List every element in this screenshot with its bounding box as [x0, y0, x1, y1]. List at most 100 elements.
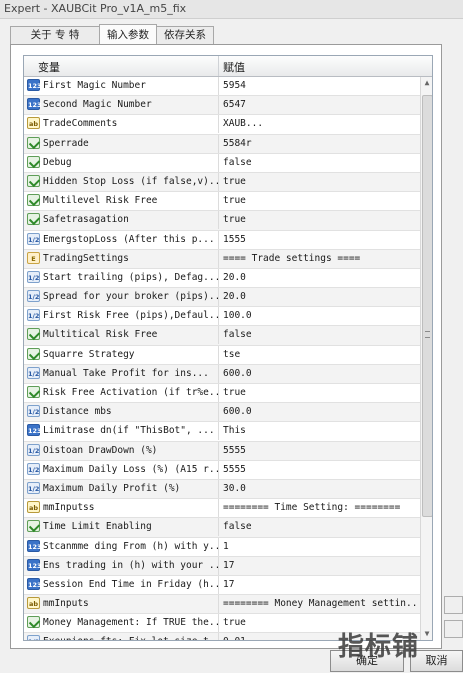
parameter-row[interactable]: 123 Limitrase dn(if "ThisBot", ... This — [24, 422, 420, 442]
parameter-name-cell[interactable]: Sperrade — [24, 134, 219, 153]
parameter-row[interactable]: 123 Session End Time in Friday (h... 17 — [24, 575, 420, 596]
parameter-row[interactable]: E TradingSettings ==== Trade settings ==== — [24, 249, 420, 269]
parameter-row[interactable]: Debug false — [24, 153, 420, 173]
parameter-value-cell[interactable]: tse — [219, 346, 419, 364]
parameter-value[interactable]: 0.01 — [223, 636, 246, 640]
parameter-row[interactable]: 1/2 Spread for your broker (pips)... 20.0 — [24, 288, 420, 308]
parameter-name-cell[interactable]: 1/2 Maximum Daily Loss (%) (A15 r... — [24, 460, 219, 479]
parameter-name-cell[interactable]: 1/2 EmergstopLoss (After this p... — [24, 230, 219, 249]
parameter-row[interactable]: Time Limit Enabling false — [24, 518, 420, 538]
parameter-value-cell[interactable]: 20.0 — [219, 269, 419, 287]
parameter-row[interactable]: 123 Second Magic Number 6547 — [24, 96, 420, 116]
parameter-name-cell[interactable]: Multilevel Risk Free — [24, 192, 219, 211]
parameter-name-cell[interactable]: 1/2 Maximum Daily Profit (%) — [24, 479, 219, 498]
tab-dependencies[interactable]: 依存关系 — [156, 26, 214, 44]
parameter-value-cell[interactable]: 5954 — [219, 77, 419, 95]
parameter-value[interactable]: 20.0 — [223, 272, 246, 283]
parameter-name-cell[interactable]: Debug — [24, 153, 219, 172]
parameter-value[interactable]: 5954 — [223, 80, 246, 91]
parameter-row[interactable]: ab mmInputs ======== Money Management sett… — [24, 595, 420, 615]
parameter-name-cell[interactable]: 1/2 Manual Take Profit for ins... — [24, 364, 219, 383]
parameter-row[interactable]: Sperrade 5584r — [24, 134, 420, 154]
parameter-row[interactable]: 1/2 Start trailing (pips), Defag... 20.0 — [24, 268, 420, 289]
parameter-name-cell[interactable]: 123 Ens trading in (h) with your ... — [24, 556, 219, 575]
parameter-row[interactable]: Risk Free Activation (if tr%e... true — [24, 384, 420, 404]
parameter-name-cell[interactable]: 123 Limitrase dn(if "ThisBot", ... — [24, 422, 219, 441]
parameter-row[interactable]: 123 First Magic Number 5954 — [24, 77, 420, 97]
parameter-value-cell[interactable]: 1555 — [219, 231, 419, 249]
parameter-row[interactable]: 123 Stcanmme ding From (h) with y... 1 — [24, 537, 420, 557]
side-button-save[interactable] — [444, 620, 463, 638]
parameter-value-cell[interactable]: 5584r — [219, 135, 419, 153]
parameter-name-cell[interactable]: 1/2 Start trailing (pips), Defag... — [24, 268, 219, 287]
parameter-value-cell[interactable]: 17 — [219, 557, 419, 575]
parameter-value[interactable]: false — [223, 329, 252, 340]
parameter-value-cell[interactable]: XAUB... — [219, 115, 419, 133]
vertical-scrollbar[interactable]: ▲ ▼ — [420, 77, 432, 640]
parameter-value-cell[interactable]: This — [219, 422, 419, 440]
parameter-name-cell[interactable]: 123 Stcanmme ding From (h) with y... — [24, 537, 219, 556]
parameter-value[interactable]: tse — [223, 349, 240, 360]
parameter-value[interactable]: ======== Time Setting: ======== — [223, 502, 400, 513]
parameter-value[interactable]: true — [223, 387, 246, 398]
parameter-value-cell[interactable]: 30.0 — [219, 480, 419, 498]
parameter-name-cell[interactable]: ab mmInputs — [24, 595, 219, 614]
parameter-name-cell[interactable]: Risk Free Activation (if tr%e... — [24, 384, 219, 402]
header-value[interactable]: 赋值 — [223, 59, 245, 75]
parameter-name-cell[interactable]: E TradingSettings — [24, 249, 219, 268]
parameter-value-cell[interactable]: true — [219, 192, 419, 210]
parameter-value-cell[interactable]: ======== Time Setting: ======== — [219, 499, 419, 517]
parameter-row[interactable]: 1/2 Oistoan DrawDown (%) 5555 — [24, 441, 420, 461]
parameter-row[interactable]: 1/2 First Risk Free (pips),Defaul... 100.0 — [24, 307, 420, 327]
parameter-value[interactable]: true — [223, 214, 246, 225]
parameter-value[interactable]: ======== Money Management settin... — [223, 598, 419, 609]
parameter-name-cell[interactable]: Hidden Stop Loss (if false,v)... — [24, 172, 219, 191]
parameter-value[interactable]: 20.0 — [223, 291, 246, 302]
parameter-name-cell[interactable]: 123 Session End Time in Friday (h... — [24, 575, 219, 594]
parameter-value-cell[interactable]: 17 — [219, 576, 419, 594]
parameter-name-cell[interactable]: ab TradeComments — [24, 115, 219, 134]
side-button-load[interactable] — [444, 596, 463, 614]
parameter-row[interactable]: Multilevel Risk Free true — [24, 192, 420, 212]
parameter-value[interactable]: true — [223, 617, 246, 628]
scroll-thumb[interactable] — [422, 95, 432, 517]
parameter-value-cell[interactable]: false — [219, 326, 419, 344]
parameter-name-cell[interactable]: 1/2 Spread for your broker (pips)... — [24, 288, 219, 307]
parameter-value[interactable]: 17 — [223, 560, 234, 571]
parameter-row[interactable]: Multitical Risk Free false — [24, 326, 420, 346]
parameter-name-cell[interactable]: Time Limit Enabling — [24, 518, 219, 537]
parameter-value-cell[interactable]: 600.0 — [219, 403, 419, 421]
parameter-value[interactable]: 600.0 — [223, 406, 252, 417]
parameter-value[interactable]: 6547 — [223, 99, 246, 110]
parameter-value-cell[interactable]: false — [219, 518, 419, 536]
parameter-value[interactable]: 1555 — [223, 234, 246, 245]
parameter-name-cell[interactable]: ab mmInputss — [24, 499, 219, 518]
parameter-value[interactable]: 30.0 — [223, 483, 246, 494]
parameter-row[interactable]: 1/2 EmergstopLoss (After this p... 1555 — [24, 230, 420, 250]
parameter-value[interactable]: false — [223, 521, 252, 532]
tab-inputs[interactable]: 输入参数 — [99, 24, 157, 45]
parameter-value[interactable]: 17 — [223, 579, 234, 590]
parameter-value[interactable]: 5555 — [223, 464, 246, 475]
parameter-name-cell[interactable]: Squarre Strategy — [24, 345, 219, 364]
parameter-value-cell[interactable]: 20.0 — [219, 288, 419, 306]
parameter-value[interactable]: XAUB... — [223, 118, 263, 129]
parameter-row[interactable]: ab TradeComments XAUB... — [24, 115, 420, 135]
parameter-name-cell[interactable]: 1/2 First Risk Free (pips),Defaul... — [24, 307, 219, 326]
parameter-value[interactable]: true — [223, 195, 246, 206]
parameter-value[interactable]: This — [223, 425, 246, 436]
parameter-row[interactable]: 1/2 Distance mbs 600.0 — [24, 403, 420, 423]
parameter-value[interactable]: 5555 — [223, 445, 246, 456]
scroll-up-icon[interactable]: ▲ — [421, 77, 432, 89]
parameter-value-cell[interactable]: 6547 — [219, 96, 419, 114]
parameter-value-cell[interactable]: 5555 — [219, 461, 419, 479]
scroll-down-icon[interactable]: ▼ — [421, 628, 432, 640]
parameter-name-cell[interactable]: 1/2 Oistoan DrawDown (%) — [24, 441, 219, 460]
parameter-name-cell[interactable]: 123 Second Magic Number — [24, 96, 219, 115]
parameter-value-cell[interactable]: 5555 — [219, 442, 419, 460]
parameter-value[interactable]: 600.0 — [223, 368, 252, 379]
parameter-name-cell[interactable]: 1/2Exeunions fts: Fix lot size t... — [24, 633, 219, 640]
parameter-name-cell[interactable]: Safetrasagation — [24, 211, 219, 230]
parameter-row[interactable]: 1/2 Manual Take Profit for ins... 600.0 — [24, 364, 420, 384]
tab-about[interactable]: 关于 专 特 — [10, 26, 100, 44]
